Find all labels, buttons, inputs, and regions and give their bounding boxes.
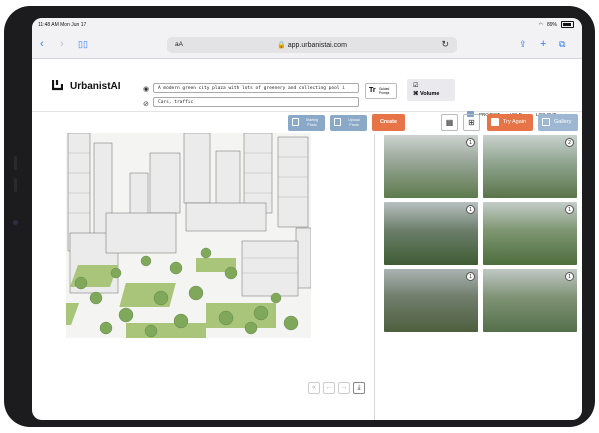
ipad-frame: 11:48 AM Mon Jun 17 ◠ 89% ‹ › ▯▯ aA 🔒 ap…	[4, 6, 595, 427]
starting-photo-label: Starting Photo	[305, 118, 319, 127]
variant-count-badge: 1	[565, 272, 574, 281]
tabs-icon[interactable]: ⧉	[559, 38, 565, 50]
generated-thumb[interactable]: 1	[483, 202, 577, 265]
share-icon[interactable]: ⇪	[519, 38, 527, 50]
generated-thumb[interactable]: 1	[384, 202, 478, 265]
volume-label: ⌘ Volume	[413, 91, 440, 97]
guided-prompt-button[interactable]: Tr Guided Prompt	[365, 83, 397, 99]
checkbox-icon: ☑	[413, 83, 419, 89]
first-page-icon[interactable]: «	[308, 382, 320, 394]
battery-percent: 89%	[546, 21, 557, 28]
volume-key	[14, 156, 17, 170]
gallery-label: Gallery	[554, 119, 572, 125]
try-again-label: Try Again	[503, 119, 527, 125]
reload-icon[interactable]: ↻	[441, 39, 449, 50]
browser-toolbar: ‹ › ▯▯ aA 🔒 app.urbanistai.com ↻ ⇪ + ⧉	[32, 32, 582, 59]
status-bar: 11:48 AM Mon Jun 17 ◠ 89%	[32, 18, 582, 32]
app-header: UrbanistAI ◉ ⊘ A modern green city plaza…	[32, 59, 582, 117]
generated-thumb[interactable]: 2	[483, 135, 577, 198]
generated-thumb[interactable]: 1	[384, 135, 478, 198]
brand-name: UrbanistAI	[70, 81, 121, 92]
compare-view-icon[interactable]: ⊞	[463, 114, 480, 131]
negative-prompt-input[interactable]: Cars, traffic	[153, 97, 359, 107]
variant-count-badge: 1	[466, 138, 475, 147]
starting-photo-button[interactable]: Starting Photo	[288, 115, 325, 131]
gallery-icon	[542, 118, 550, 126]
url-text: 🔒 app.urbanistai.com	[277, 42, 347, 49]
prompt-input[interactable]: A modern green city plaza with lots of g…	[153, 83, 359, 93]
new-tab-icon[interactable]: +	[540, 38, 546, 50]
back-icon[interactable]: ‹	[40, 38, 44, 50]
camera-icon	[13, 220, 18, 225]
prev-page-icon[interactable]: ←	[323, 382, 335, 394]
url-value: app.urbanistai.com	[287, 42, 347, 49]
screen: 11:48 AM Mon Jun 17 ◠ 89% ‹ › ▯▯ aA 🔒 ap…	[32, 18, 582, 420]
photo-icon	[292, 118, 299, 126]
sketch-image	[66, 133, 311, 338]
grid-view-icon[interactable]: ▦	[441, 114, 458, 131]
try-again-button[interactable]: Try Again	[487, 114, 533, 131]
next-page-icon[interactable]: →	[338, 382, 350, 394]
generated-thumb[interactable]: 1	[483, 269, 577, 332]
battery-icon	[561, 21, 574, 28]
variant-count-badge: 2	[565, 138, 574, 147]
variant-count-badge: 1	[466, 205, 475, 214]
guided-prompt-label: Guided Prompt	[379, 87, 390, 95]
volume-key	[14, 178, 17, 192]
address-bar[interactable]: aA 🔒 app.urbanistai.com ↻	[167, 37, 457, 53]
sidebar-icon[interactable]: ▯▯	[78, 38, 88, 50]
volume-label-text: Volume	[420, 91, 440, 97]
status-time: 11:48 AM Mon Jun 17	[38, 22, 87, 28]
volume-toggle[interactable]: ☑ ⌘ Volume	[407, 79, 455, 101]
upload-photo-button[interactable]: Upload Photo	[330, 115, 367, 131]
variant-count-badge: 1	[466, 272, 475, 281]
eye-icon: ◉	[143, 86, 150, 93]
text-icon: Tr	[369, 87, 376, 94]
eye-slash-icon: ⊘	[143, 101, 149, 108]
panel-divider	[374, 134, 375, 420]
forward-icon[interactable]: ›	[60, 38, 64, 50]
upload-icon	[334, 118, 341, 126]
download-icon[interactable]: ⤓	[353, 382, 365, 394]
upload-photo-label: Upload Photo	[348, 118, 360, 127]
refresh-icon	[491, 118, 499, 126]
create-button[interactable]: Create	[372, 114, 405, 131]
logo-icon	[52, 80, 63, 91]
generated-thumb[interactable]: 1	[384, 269, 478, 332]
variant-count-badge: 1	[565, 205, 574, 214]
gallery-button[interactable]: Gallery	[538, 114, 578, 131]
wifi-icon: ◠	[538, 21, 543, 28]
